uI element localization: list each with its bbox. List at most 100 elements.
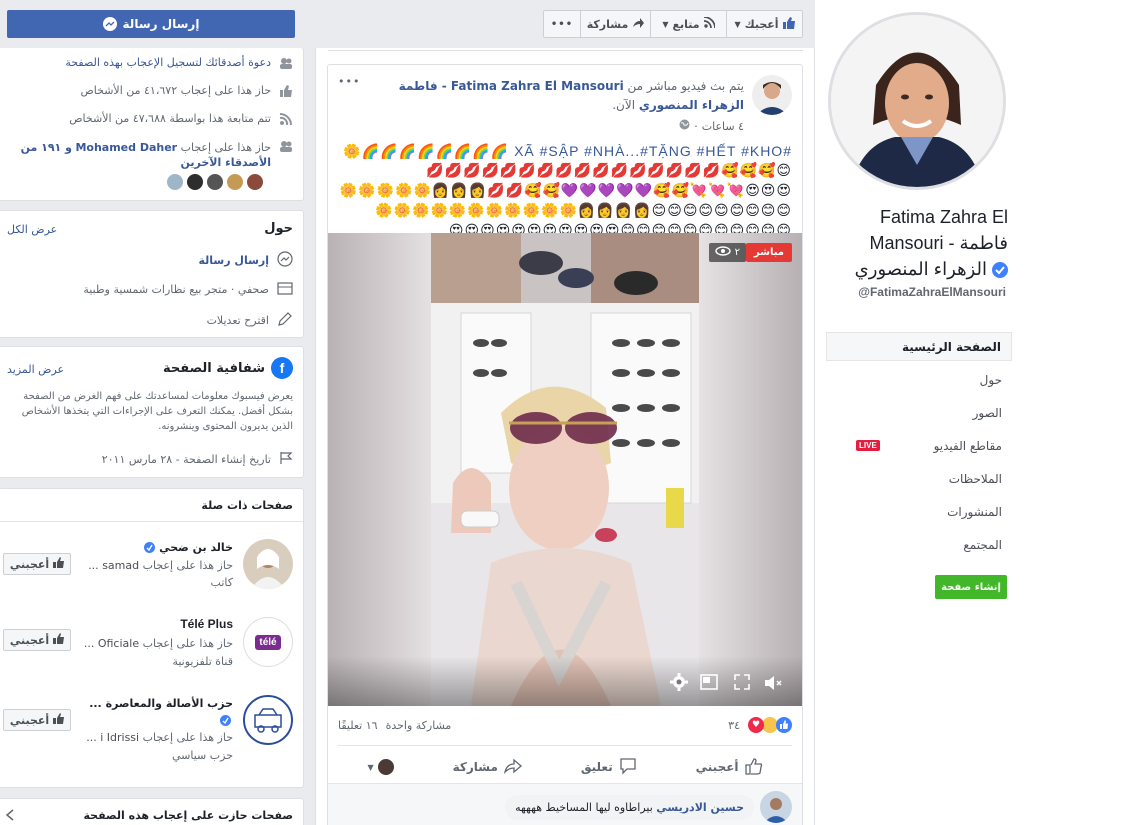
related-page-item: حزب الأصالة والمعاصرة ... حاز هذا على إع…: [3, 695, 293, 765]
avatar[interactable]: [227, 174, 243, 190]
invite-friends-icon: [279, 57, 293, 69]
settings-gear-icon[interactable]: [670, 673, 688, 694]
avatar[interactable]: [752, 75, 792, 115]
nav-item-about[interactable]: حول: [826, 363, 1012, 396]
miniplayer-icon[interactable]: [700, 674, 718, 693]
related-page-category: كاتب: [210, 576, 233, 589]
eye-icon: [714, 246, 731, 259]
reactions-summary[interactable]: ♥ ٣٤: [728, 717, 792, 733]
transparency-see-more-link[interactable]: عرض المزيد: [7, 363, 64, 376]
nav-item-notes[interactable]: الملاحظات: [826, 462, 1012, 495]
post-timestamp[interactable]: ٤ ساعات: [702, 120, 744, 133]
avatar[interactable]: [167, 174, 183, 190]
fullscreen-icon[interactable]: [734, 674, 750, 693]
send-message-button[interactable]: إرسال رسالة: [7, 10, 295, 38]
profile-picture[interactable]: [828, 12, 1006, 190]
chevron-down-icon: ▼: [734, 19, 741, 29]
mute-icon[interactable]: [764, 675, 784, 694]
live-video-player[interactable]: مباشر ٢: [328, 233, 802, 706]
live-badge: مباشر: [745, 243, 792, 262]
comment-action-button[interactable]: تعليق: [581, 757, 637, 778]
nav-item-posts[interactable]: المنشورات: [826, 495, 1012, 528]
invite-friends-link[interactable]: دعوة أصدقائك لتسجيل الإعجاب بهذه الصفحة: [65, 56, 271, 69]
tele-plus-logo[interactable]: télé: [243, 617, 293, 667]
share-page-button[interactable]: مشاركة: [581, 10, 651, 38]
transparency-card: f شفافية الصفحة عرض المزيد يعرض فيسبوك م…: [0, 346, 304, 478]
chevron-down-icon: ▼: [367, 762, 374, 772]
shares-count[interactable]: مشاركة واحدة: [386, 719, 452, 732]
comment-item: حسين الادريسي بيراطاوه ليها المساخيط ههه…: [505, 791, 792, 823]
post-text-hashtags: #XÃ #SẬP #NHÀ...#TẶNG #HẾT #KHO 🌈🌈🌈🌈🌈🌈🌈🌈…: [343, 143, 792, 159]
live-tag: LIVE: [856, 440, 880, 451]
avatar[interactable]: [247, 174, 263, 190]
friend-avatars: [167, 174, 263, 190]
thumbs-up-icon: [782, 16, 795, 32]
viewer-count: ٢: [708, 243, 746, 262]
create-page-button[interactable]: إنشاء صفحة: [935, 575, 1007, 599]
about-send-message-link[interactable]: إرسال رسالة: [198, 254, 269, 267]
page-created-date: تاريخ إنشاء الصفحة - ٢٨ مارس ٢٠١١: [101, 453, 271, 466]
like-reaction-icon: [776, 717, 792, 733]
love-reaction-icon: ♥: [748, 717, 764, 733]
video-controls: [328, 656, 802, 706]
verified-badge-icon: [992, 262, 1008, 279]
friend-name-link[interactable]: Mohamed Daher: [75, 141, 177, 154]
like-page-button[interactable]: أعجبني: [3, 709, 71, 731]
nav-item-photos[interactable]: الصور: [826, 396, 1012, 429]
nav-item-videos[interactable]: مقاطع الفيديو LIVE: [826, 429, 1012, 462]
liked-by-name[interactable]: samad ...: [88, 559, 139, 572]
related-pages-card: صفحات ذات صلة خالد بن ضحي حاز هذا على إع…: [0, 488, 304, 788]
facebook-icon: f: [271, 357, 293, 379]
chevron-left-icon[interactable]: [5, 809, 15, 824]
avatar[interactable]: [207, 174, 223, 190]
post-emoji-line: 😊🥰🥰🥰💋💋💋💋💋💋💋💋💋💋💋💋💋💋💋💋: [426, 163, 792, 179]
like-page-button[interactable]: أعجبني: [3, 629, 71, 651]
comments-count[interactable]: ١٦ تعليقًا: [338, 719, 378, 732]
party-logo[interactable]: [243, 695, 293, 745]
related-page-name[interactable]: Télé Plus: [180, 617, 233, 631]
related-page-category: قناة تلفزيونية: [172, 655, 233, 668]
post-more-icon[interactable]: •••: [338, 75, 360, 88]
liked-by-name[interactable]: i Idrissi ...: [86, 731, 139, 744]
post-emoji-line: 😍😍😍💘💘💘🥰🥰💜💜💜💜💜🥰🥰💋💋👩👩👩🌼🌼🌼🌼🌼: [339, 183, 792, 199]
like-action-button[interactable]: أعجبني: [696, 757, 763, 778]
page-handle[interactable]: @FatimaZahraElMansouri: [830, 284, 1006, 300]
rss-icon: [703, 16, 716, 31]
nav-item-community[interactable]: المجتمع: [826, 528, 1012, 561]
page-name: Fatima Zahra El Mansouri - فاطمة الزهراء…: [854, 207, 1008, 279]
about-title: حول: [264, 221, 293, 236]
verified-badge-icon: [220, 715, 231, 726]
nav-item-home[interactable]: الصفحة الرئيسية: [826, 332, 1012, 361]
avatar[interactable]: [760, 791, 792, 823]
thumbs-up-icon: [279, 84, 293, 97]
messenger-icon: [102, 17, 117, 31]
like-page-button[interactable]: أعجبني: [3, 553, 71, 575]
more-options-button[interactable]: •••: [543, 10, 581, 38]
related-page-name[interactable]: خالد بن ضحي: [159, 541, 233, 554]
suggest-edits-link[interactable]: اقترح تعديلات: [207, 314, 269, 327]
avatar[interactable]: [187, 174, 203, 190]
friends-like-text: حاز هذا على إعجاب Mohamed Daher و ١٩١ من…: [20, 141, 271, 169]
messenger-icon: [277, 251, 293, 270]
comment-bubble-icon: [619, 757, 637, 778]
related-page-item: télé Télé Plus حاز هذا على إعجاب Oficial…: [3, 617, 293, 677]
video-blur-right: [699, 233, 802, 706]
liked-page-button[interactable]: ▼ أعجبك: [727, 10, 803, 38]
related-page-item: خالد بن ضحي حاز هذا على إعجاب samad ... …: [3, 539, 293, 599]
post-as-selector[interactable]: ▼: [368, 759, 394, 775]
about-see-all-link[interactable]: عرض الكل: [7, 223, 57, 236]
flag-icon: [279, 451, 293, 468]
avatar[interactable]: [243, 539, 293, 589]
comment-author-link[interactable]: حسين الادريسي: [656, 801, 744, 814]
share-action-button[interactable]: مشاركة: [453, 758, 522, 777]
video-blur-left: [328, 233, 431, 706]
pencil-icon: [277, 311, 293, 330]
follows-count: تتم متابعة هذا بواسطة ٤٧،٦٨٨ من الأشخاص: [69, 112, 271, 125]
liked-by-name[interactable]: Oficiale ...: [84, 637, 139, 650]
related-page-name[interactable]: حزب الأصالة والمعاصرة ...: [89, 697, 233, 710]
live-video-post: ••• يتم بث فيديو مباشر من Fatima Zahra E…: [327, 64, 803, 825]
comment-text: بيراطاوه ليها المساخيط ههههه: [515, 800, 653, 814]
follow-button[interactable]: ▼ متابع: [651, 10, 727, 38]
video-frame: [431, 233, 699, 706]
page-stats-card: دعوة أصدقائك لتسجيل الإعجاب بهذه الصفحة …: [0, 48, 304, 201]
